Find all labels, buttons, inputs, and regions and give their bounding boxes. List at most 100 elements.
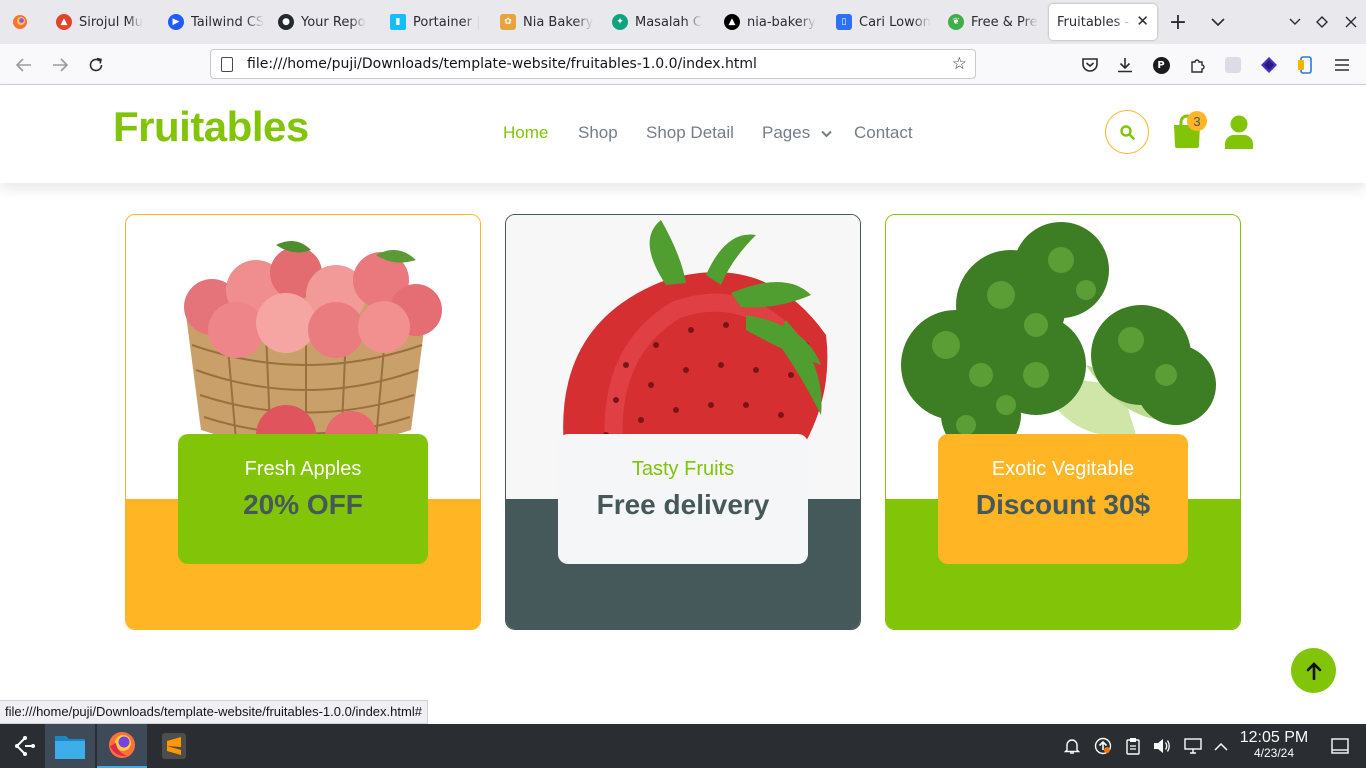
- tab-gitlab[interactable]: ▲ Sirojul Mu: [46, 4, 154, 40]
- bakery-icon: ✿: [500, 14, 516, 30]
- pocket-icon[interactable]: [1079, 54, 1101, 76]
- clock-time: 12:05 PM: [1239, 729, 1309, 746]
- tab-title: nia-bakery: [747, 14, 816, 30]
- taskbar-sublime-text[interactable]: [149, 724, 199, 768]
- promo-highlight: Free delivery: [596, 489, 770, 520]
- nav-home[interactable]: Home: [503, 123, 548, 143]
- app-launcher-icon[interactable]: [0, 724, 50, 768]
- taskbar-file-manager[interactable]: [45, 724, 95, 768]
- nav-contact[interactable]: Contact: [854, 123, 913, 143]
- extension-phone-icon[interactable]: [1294, 54, 1316, 76]
- github-icon: ●: [278, 14, 294, 30]
- nav-shop-detail[interactable]: Shop Detail: [646, 123, 734, 143]
- tab-title: Masalah C: [635, 14, 702, 30]
- promo-label-box: Exotic Vegitable Discount 30$: [938, 434, 1188, 564]
- site-header: Fruitables Home Shop Shop Detail Pages C…: [0, 85, 1366, 183]
- firefox-icon: [109, 732, 135, 758]
- chatgpt-icon: ✦: [612, 14, 628, 30]
- promo-label-box: Fresh Apples 20% OFF: [178, 434, 428, 564]
- browser-tab-bar: ▲ Sirojul Mu ▶ Tailwind CS ● Your Repo ▮…: [0, 0, 1366, 44]
- volume-icon[interactable]: [1152, 736, 1172, 756]
- promo-card-strawberry[interactable]: Tasty Fruits Free delivery: [505, 214, 861, 630]
- link-status-bar: file:///home/puji/Downloads/template-web…: [0, 700, 428, 724]
- profile-p-icon[interactable]: P: [1150, 54, 1172, 76]
- user-account-button[interactable]: [1224, 115, 1254, 149]
- tab-fruitables[interactable]: Fruitables - V ✕: [1049, 4, 1157, 40]
- back-to-top-button[interactable]: [1291, 648, 1336, 693]
- featurs-section: Fresh Apples 20% OFF Tasty Fruits Free d…: [0, 183, 1366, 724]
- promo-card-apples[interactable]: Fresh Apples 20% OFF: [125, 214, 481, 630]
- play-icon: ▶: [168, 14, 184, 30]
- page-icon: [221, 56, 233, 72]
- url-bar[interactable]: file:///home/puji/Downloads/template-web…: [210, 49, 976, 79]
- tab-title: Your Repo: [301, 14, 366, 30]
- tab-vercel[interactable]: ▲ nia-bakery: [714, 4, 822, 40]
- menu-hamburger-icon[interactable]: [1331, 54, 1353, 76]
- url-text[interactable]: file:///home/puji/Downloads/template-web…: [247, 56, 757, 72]
- promo-subtitle: Exotic Vegitable: [991, 458, 1135, 480]
- tab-tailwind[interactable]: ▶ Tailwind CS: [158, 4, 264, 40]
- nav-shop[interactable]: Shop: [578, 123, 618, 143]
- os-taskbar: 12:05 PM 4/23/24: [0, 724, 1366, 768]
- close-window-icon[interactable]: [1339, 10, 1363, 34]
- taskbar-firefox[interactable]: [97, 724, 147, 768]
- leaf-icon: ❦: [948, 14, 964, 30]
- tab-chatgpt[interactable]: ✦ Masalah C: [602, 4, 710, 40]
- folder-icon: [55, 736, 85, 759]
- tab-github[interactable]: ● Your Repo: [268, 4, 374, 40]
- portainer-icon: ▮: [390, 14, 406, 30]
- tab-title: Sirojul Mu: [79, 14, 143, 30]
- sublime-text-icon: [162, 733, 186, 759]
- show-desktop-icon[interactable]: [1330, 736, 1350, 756]
- tab-portainer[interactable]: ▮ Portainer |: [380, 4, 484, 40]
- promo-highlight: Discount 30$: [975, 489, 1151, 520]
- tab-title: Fruitables - V: [1057, 14, 1133, 30]
- tab-nia-bakery[interactable]: ✿ Nia Bakery: [490, 4, 596, 40]
- extension-grid-icon[interactable]: [1222, 54, 1244, 76]
- notifications-icon[interactable]: [1062, 736, 1082, 756]
- chevron-down-icon: [821, 130, 832, 138]
- cart-count-badge: 3: [1187, 111, 1207, 131]
- forward-icon[interactable]: [47, 52, 73, 78]
- browser-toolbar: file:///home/puji/Downloads/template-web…: [0, 44, 1366, 85]
- list-tabs-icon[interactable]: [1206, 10, 1230, 34]
- user-icon: [1225, 115, 1253, 149]
- nav-pages-label: Pages: [762, 123, 811, 142]
- update-icon[interactable]: [1093, 736, 1113, 756]
- promo-subtitle: Tasty Fruits: [631, 458, 735, 480]
- job-icon: ▯: [836, 14, 852, 30]
- brand-logo[interactable]: Fruitables: [113, 103, 309, 151]
- clipboard-icon[interactable]: [1123, 736, 1143, 756]
- promo-subtitle: Fresh Apples: [244, 458, 362, 480]
- reload-icon[interactable]: [83, 52, 109, 78]
- back-icon[interactable]: [11, 52, 37, 78]
- extension-diamond-icon[interactable]: [1258, 54, 1280, 76]
- promo-highlight: 20% OFF: [243, 489, 363, 520]
- tab-title: Portainer |: [413, 14, 481, 30]
- tab-title: Nia Bakery: [523, 14, 594, 30]
- nav-pages[interactable]: Pages: [762, 123, 832, 143]
- promo-label-box: Tasty Fruits Free delivery: [558, 434, 808, 564]
- bookmark-star-icon[interactable]: ☆: [952, 54, 967, 74]
- search-icon: [1119, 124, 1135, 140]
- minimize-window-icon[interactable]: [1283, 10, 1307, 34]
- tab-title: Free & Pre: [971, 14, 1038, 30]
- extensions-icon[interactable]: [1186, 54, 1208, 76]
- tab-free-premium[interactable]: ❦ Free & Pre: [938, 4, 1044, 40]
- clock-date: 4/23/24: [1253, 746, 1295, 760]
- network-icon[interactable]: [1183, 736, 1203, 756]
- arrow-up-icon: [1306, 661, 1321, 680]
- firefox-view-icon[interactable]: [8, 10, 32, 34]
- gitlab-icon: ▲: [56, 14, 72, 30]
- tray-expand-icon[interactable]: [1211, 736, 1231, 756]
- promo-card-broccoli[interactable]: Exotic Vegitable Discount 30$: [885, 214, 1241, 630]
- tab-job[interactable]: ▯ Cari Lowon: [826, 4, 934, 40]
- maximize-window-icon[interactable]: [1310, 10, 1334, 34]
- downloads-icon[interactable]: [1114, 54, 1136, 76]
- system-clock[interactable]: 12:05 PM 4/23/24: [1232, 729, 1316, 760]
- close-tab-icon[interactable]: ✕: [1136, 12, 1149, 30]
- search-button[interactable]: [1105, 110, 1149, 154]
- tab-title: Cari Lowon: [859, 14, 931, 30]
- tab-title: Tailwind CS: [191, 14, 264, 30]
- new-tab-icon[interactable]: +: [1166, 10, 1190, 35]
